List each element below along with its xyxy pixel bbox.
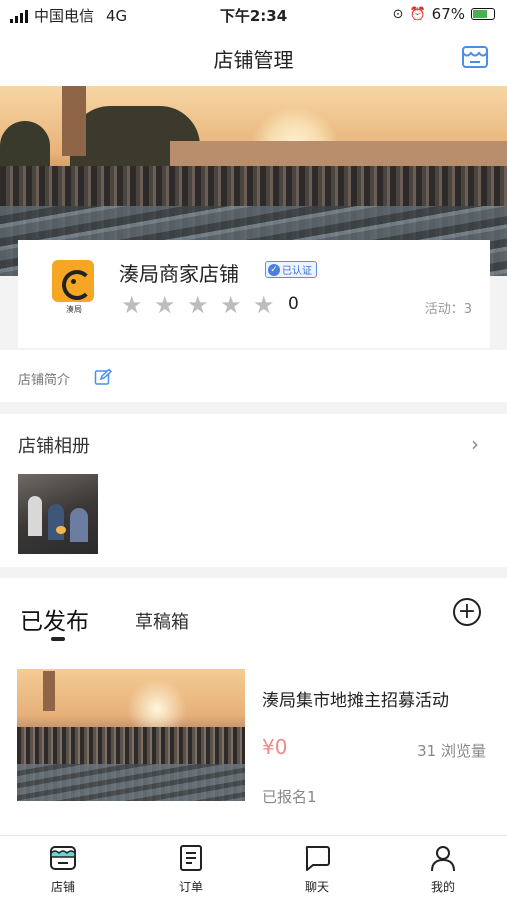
chevron-right-icon[interactable]: ›: [471, 432, 479, 456]
post-views: 31 浏览量: [417, 742, 486, 760]
activity-count: 活动：3: [424, 302, 472, 317]
tab-store[interactable]: 店铺: [28, 844, 98, 895]
status-bar: 中国电信 4G 下午2:34 ⊙ ⏰ 67%: [0, 0, 507, 30]
user-icon: [431, 846, 455, 872]
verified-badge: ✓ 已认证: [265, 261, 317, 278]
logo-text: 湊局: [66, 305, 82, 314]
post-image[interactable]: [17, 669, 245, 801]
tab-profile[interactable]: 我的: [408, 844, 478, 895]
tab-published[interactable]: 已发布: [20, 602, 89, 636]
shop-intro-label: 店铺简介: [18, 373, 71, 388]
battery-icon: [471, 8, 495, 20]
star-icon: ★: [121, 291, 143, 319]
tab-profile-label: 我的: [430, 880, 455, 894]
shop-intro-row[interactable]: 店铺简介: [0, 350, 507, 402]
store-icon: [50, 846, 76, 870]
add-post-button[interactable]: +: [453, 598, 481, 626]
status-right: ⊙ ⏰ 67%: [393, 5, 495, 23]
tab-active-indicator: [51, 637, 65, 641]
shop-album-section: 店铺相册 ›: [0, 414, 507, 567]
rating-count: 0: [288, 294, 299, 314]
page-title: 店铺管理: [213, 48, 294, 72]
shop-logo[interactable]: 湊局: [52, 260, 96, 318]
star-icon: ★: [220, 291, 242, 319]
post-title[interactable]: 湊局集市地摊主招募活动: [262, 686, 449, 711]
order-icon: [180, 845, 202, 871]
post-price: ¥0: [262, 735, 288, 759]
lock-rotation-icon: ⊙: [392, 6, 404, 22]
nav-bar: 店铺管理: [0, 30, 507, 86]
tab-store-label: 店铺: [50, 880, 75, 894]
star-icon: ★: [154, 291, 176, 319]
alarm-icon: ⏰: [409, 6, 426, 22]
star-icon: ★: [187, 291, 209, 319]
shield-check-icon: ✓: [268, 263, 280, 276]
star-icon: ★: [253, 291, 275, 319]
post-signups: 已报名1: [262, 788, 317, 806]
bottom-tab-bar: 店铺 订单 聊天 我的: [0, 835, 507, 900]
logo-icon: [52, 260, 94, 302]
posts-section: 已发布 草稿箱 + 湊局集市地摊主招募活动 ¥0 31 浏览量 已报名1: [0, 578, 507, 835]
tab-drafts[interactable]: 草稿箱: [135, 608, 189, 634]
store-icon[interactable]: [461, 44, 489, 70]
shop-info-card: 湊局 湊局商家店铺 ✓ 已认证 ★ ★ ★ ★ ★ 0 活动：3: [18, 240, 490, 348]
verified-label: 已认证: [282, 266, 312, 277]
album-title[interactable]: 店铺相册: [18, 432, 90, 458]
battery-label: 67%: [431, 5, 465, 23]
tab-chat-label: 聊天: [304, 880, 329, 894]
tab-orders-label: 订单: [178, 880, 203, 894]
shop-name: 湊局商家店铺: [119, 262, 239, 286]
rating-stars: ★ ★ ★ ★ ★: [121, 291, 275, 319]
tab-orders[interactable]: 订单: [156, 844, 226, 895]
tab-chat[interactable]: 聊天: [282, 844, 352, 895]
chat-icon: [305, 846, 330, 871]
edit-icon[interactable]: [94, 368, 112, 386]
album-photo[interactable]: [18, 474, 98, 554]
